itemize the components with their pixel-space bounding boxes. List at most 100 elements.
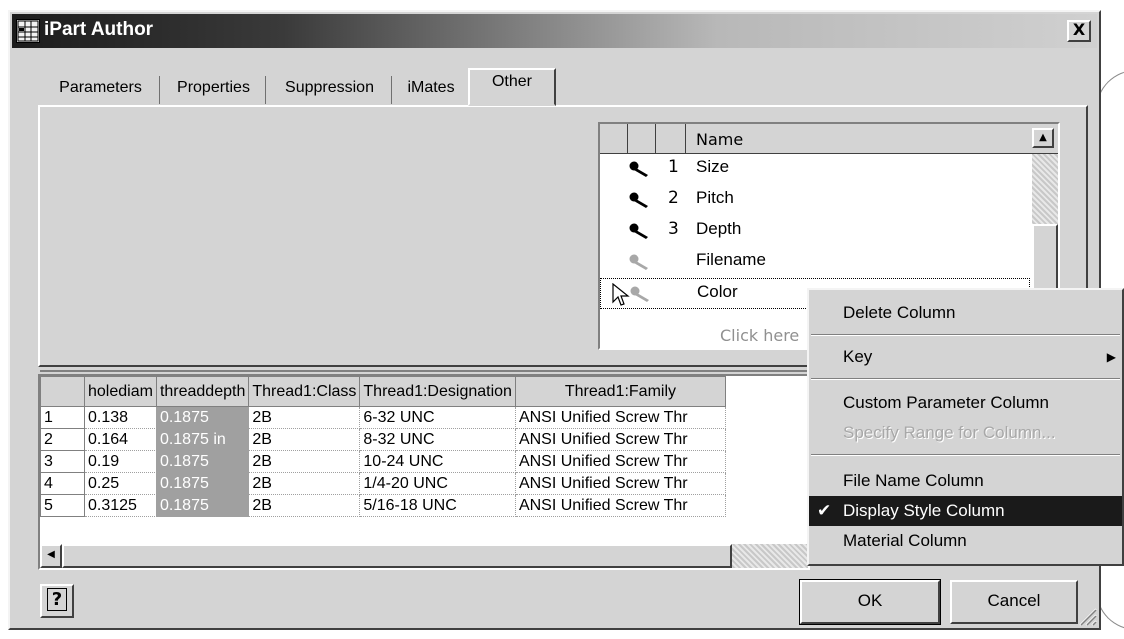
table-cell[interactable]: ANSI Unified Screw Thr	[514, 428, 726, 451]
table-cell[interactable]: 0.138	[84, 406, 157, 429]
table-cell[interactable]: 5/16-18 UNC	[359, 494, 516, 517]
table-cell[interactable]: ANSI Unified Screw Thr	[514, 450, 726, 473]
name-row-size[interactable]: 1 Size	[600, 154, 1030, 185]
column-header[interactable]: holediam	[84, 376, 157, 407]
checkmark-icon: ✔	[817, 501, 832, 520]
table-cell[interactable]: 8-32 UNC	[359, 428, 516, 451]
name-row-pitch[interactable]: 2 Pitch	[600, 185, 1030, 216]
name-row-number: 2	[668, 188, 679, 208]
row-number-header	[40, 376, 85, 407]
table-cell[interactable]: 1/4-20 UNC	[359, 472, 516, 495]
close-button[interactable]: X	[1067, 20, 1091, 42]
table-cell[interactable]: 2B	[248, 450, 361, 473]
menu-item-delete-column[interactable]: Delete Column	[809, 298, 1122, 328]
column-header[interactable]: Thread1:Class	[248, 376, 361, 407]
menu-item-label: Specify Range for Column...	[843, 423, 1056, 442]
tab-suppression[interactable]: Suppression	[268, 76, 392, 104]
table-cell[interactable]: ANSI Unified Screw Thr	[514, 406, 726, 429]
name-row-label: Color	[697, 282, 738, 301]
scroll-left-button[interactable]: ◀	[40, 544, 62, 568]
table-cell[interactable]: ANSI Unified Screw Thr	[514, 494, 726, 517]
menu-item-label: File Name Column	[843, 471, 984, 490]
table-cell[interactable]: 0.1875	[155, 472, 250, 495]
name-column-header: Name	[696, 130, 744, 149]
table-cell[interactable]: 0.1875	[155, 494, 250, 517]
row-number[interactable]: 4	[40, 472, 85, 495]
tab-parameters[interactable]: Parameters	[42, 76, 160, 104]
help-label: ?	[46, 588, 68, 611]
help-button[interactable]: ?	[40, 584, 74, 618]
name-row-number: 1	[668, 157, 679, 177]
row-number[interactable]: 1	[40, 406, 85, 429]
tab-imates[interactable]: iMates	[394, 76, 468, 104]
menu-item-label: Delete Column	[843, 303, 956, 322]
menu-item-specify-range: Specify Range for Column...	[809, 418, 1122, 448]
menu-item-material-column[interactable]: Material Column	[809, 526, 1122, 556]
table-cell[interactable]: 2B	[248, 494, 361, 517]
key-inactive-icon	[630, 286, 649, 302]
table-cell[interactable]: 2B	[248, 428, 361, 451]
key-inactive-icon	[629, 254, 648, 270]
ipart-table-icon	[16, 19, 40, 43]
parameter-table: holediam threaddepth Thread1:Class Threa…	[38, 374, 810, 570]
row-number[interactable]: 5	[40, 494, 85, 517]
table-row: 2 0.164 0.1875 in 2B 8-32 UNC ANSI Unifi…	[40, 428, 726, 451]
row-number[interactable]: 3	[40, 450, 85, 473]
table-cell[interactable]: 0.1875 in	[155, 428, 250, 451]
table-cell[interactable]: 2B	[248, 472, 361, 495]
table-cell[interactable]: 2B	[248, 406, 361, 429]
menu-separator	[811, 378, 1120, 380]
add-row-hint[interactable]: Click here	[720, 326, 799, 345]
cancel-button[interactable]: Cancel	[950, 580, 1078, 624]
submenu-arrow-icon: ▶	[1106, 350, 1116, 364]
table-row: 3 0.19 0.1875 2B 10-24 UNC ANSI Unified …	[40, 450, 726, 473]
table-row: 5 0.3125 0.1875 2B 5/16-18 UNC ANSI Unif…	[40, 494, 726, 517]
table-cell[interactable]: 0.25	[84, 472, 157, 495]
window-title: iPart Author	[44, 19, 154, 40]
menu-item-display-style-column[interactable]: ✔ Display Style Column	[809, 496, 1122, 526]
name-row-depth[interactable]: 3 Depth	[600, 216, 1030, 247]
context-menu: Delete Column Key ▶ Custom Parameter Col…	[807, 288, 1124, 566]
table-cell[interactable]: 0.1875	[155, 406, 250, 429]
table-row: 1 0.138 0.1875 2B 6-32 UNC ANSI Unified …	[40, 406, 726, 429]
name-row-label: Filename	[696, 250, 766, 269]
name-row-number: 3	[668, 219, 679, 239]
key-icon	[629, 223, 648, 239]
menu-separator	[811, 454, 1120, 456]
menu-item-file-name-column[interactable]: File Name Column	[809, 466, 1122, 496]
column-header[interactable]: Thread1:Family	[514, 376, 726, 407]
mouse-pointer-icon	[612, 283, 630, 306]
menu-item-key[interactable]: Key ▶	[809, 342, 1122, 372]
key-icon	[629, 192, 648, 208]
row-number[interactable]: 2	[40, 428, 85, 451]
table-cell[interactable]: 0.3125	[84, 494, 157, 517]
menu-item-label: Display Style Column	[843, 501, 1005, 520]
table-cell[interactable]: 0.164	[84, 428, 157, 451]
name-row-label: Size	[696, 157, 730, 176]
column-header[interactable]: Thread1:Designation	[359, 376, 516, 407]
name-row-label: Pitch	[696, 188, 734, 207]
menu-item-label: Custom Parameter Column	[843, 393, 1049, 412]
table-cell[interactable]: 10-24 UNC	[359, 450, 516, 473]
scroll-up-button[interactable]: ▲	[1032, 128, 1054, 148]
scroll-thumb[interactable]	[62, 544, 732, 568]
name-list-header: Name ▲	[600, 124, 1058, 154]
ok-button[interactable]: OK	[799, 579, 941, 625]
key-icon	[629, 161, 648, 177]
horizontal-scrollbar[interactable]: ◀	[40, 544, 808, 568]
tab-other[interactable]: Other	[468, 68, 556, 106]
tab-properties[interactable]: Properties	[162, 76, 266, 104]
title-bar[interactable]: iPart Author X	[12, 14, 1097, 48]
table-cell[interactable]: 0.19	[84, 450, 157, 473]
table-cell[interactable]: 0.1875	[155, 450, 250, 473]
name-row-label: Depth	[696, 219, 742, 238]
menu-item-custom-parameter-column[interactable]: Custom Parameter Column	[809, 388, 1122, 418]
table-cell[interactable]: 6-32 UNC	[359, 406, 516, 429]
table-row: 4 0.25 0.1875 2B 1/4-20 UNC ANSI Unified…	[40, 472, 726, 495]
name-row-filename[interactable]: Filename	[600, 247, 1030, 278]
table-cell[interactable]: ANSI Unified Screw Thr	[514, 472, 726, 495]
menu-item-label: Material Column	[843, 531, 967, 550]
column-header[interactable]: threaddepth	[155, 376, 250, 407]
resize-grip-icon[interactable]	[1077, 606, 1097, 626]
menu-separator	[811, 334, 1120, 336]
